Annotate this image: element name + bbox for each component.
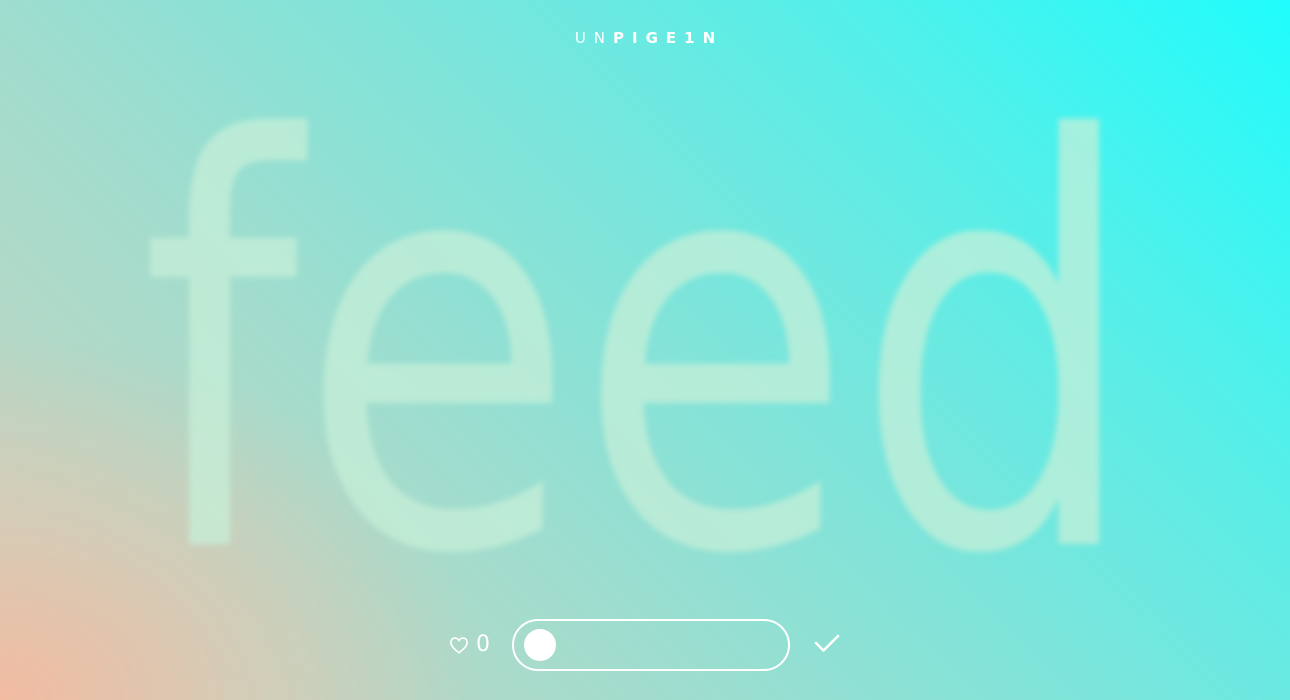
confirm-button[interactable] xyxy=(810,628,844,662)
slider-knob[interactable] xyxy=(524,629,556,661)
like-button[interactable]: 0 xyxy=(449,619,507,671)
hero-word-text: feed xyxy=(140,25,1140,677)
brand-prefix: UN xyxy=(574,29,614,47)
like-count: 0 xyxy=(476,632,490,657)
brand-suffix: PIGE1N xyxy=(613,29,724,47)
brand-logo: UNPIGE1N xyxy=(0,27,1290,49)
hero-word: feed xyxy=(0,0,1290,700)
heart-outline-icon xyxy=(449,636,469,654)
feed-toggle-slider[interactable] xyxy=(512,619,790,671)
checkmark-icon xyxy=(814,633,840,657)
feed-controls: 0 xyxy=(449,619,844,671)
